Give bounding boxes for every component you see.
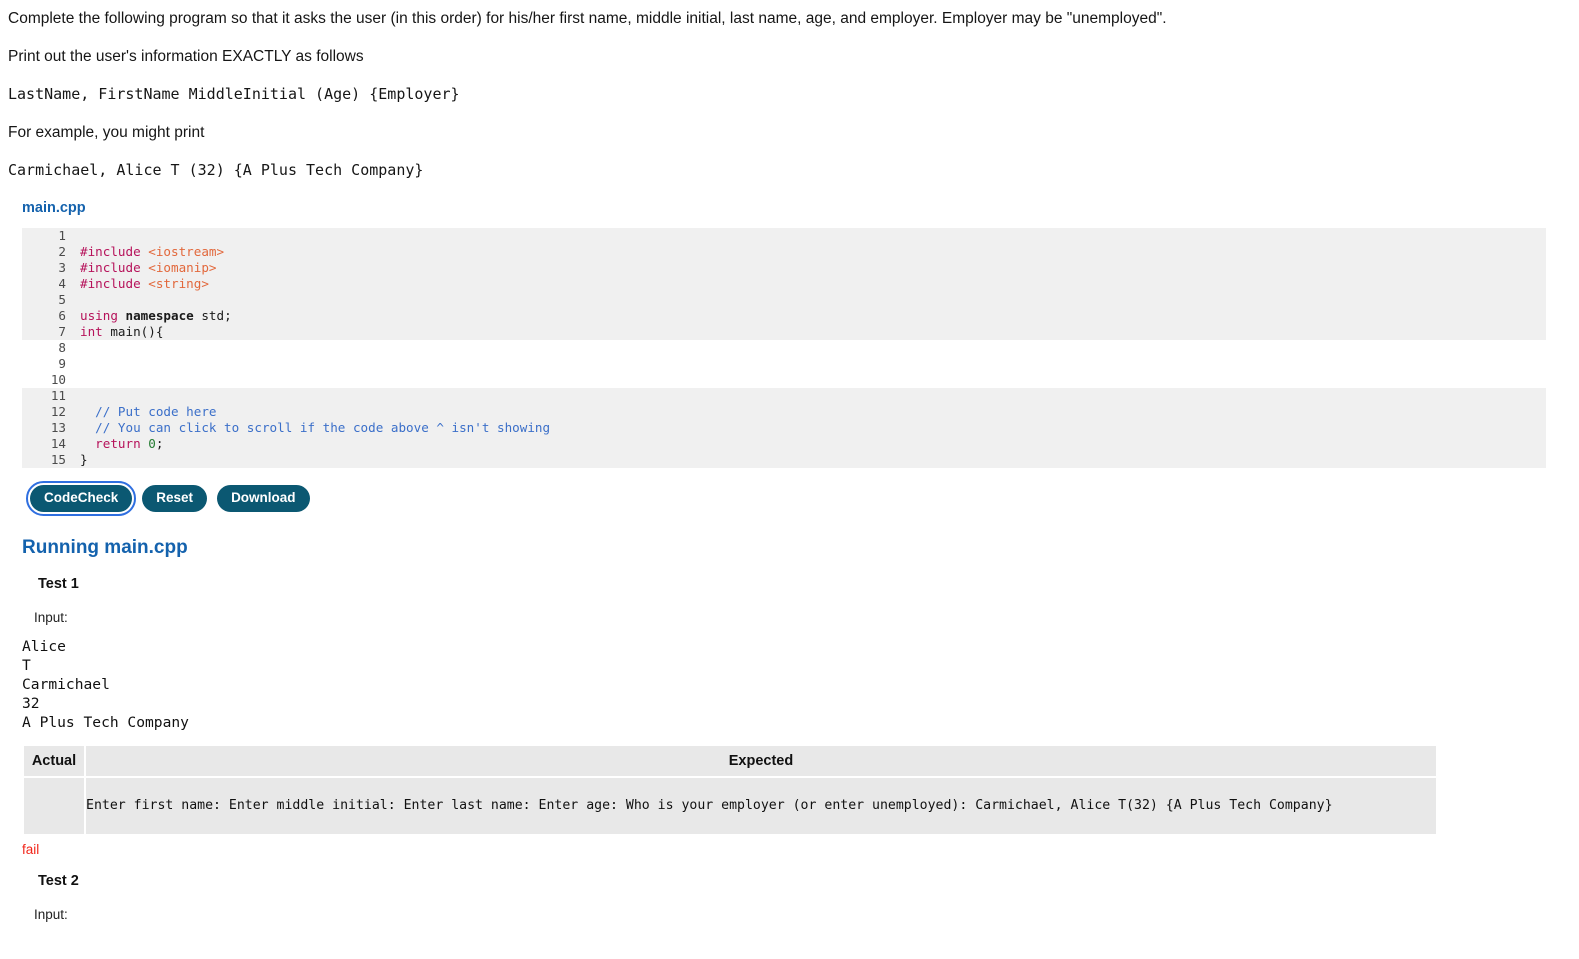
code-line: 14 return 0; [22,436,1546,452]
cell-actual [24,777,84,834]
line-number: 13 [50,420,66,436]
code-readonly-region: 11 12 // Put code here 13 // You can click… [22,388,1546,469]
code-readonly-region: 1 2 #include <iostream> 3 #include <iomanip>… [22,228,1546,341]
problem-statement: Complete the following program so that i… [0,0,1579,189]
test-title: Test 2 [38,872,79,889]
line-number: 5 [58,292,66,308]
code-line: 8 [22,340,1546,356]
code-token: std; [193,308,232,324]
code-line: 13 // You can click to scroll if the cod… [22,420,1546,436]
line-number: 8 [58,340,66,356]
run-title: Running main.cpp [22,536,188,558]
code-line-text: #include <iostream> [80,244,1546,260]
test-verdict: fail [22,841,40,857]
table-header-row: Actual Expected [24,745,1436,776]
code-line: 2 #include <iostream> [22,244,1546,260]
code-line: 6 using namespace std; [22,308,1546,324]
code-token: #include [80,260,149,276]
code-line: 4 #include <string> [22,276,1546,292]
line-number: 2 [58,244,66,260]
line-number: 12 [50,404,66,420]
code-token: int [80,324,103,340]
code-line-text: using namespace std; [80,308,1546,324]
line-number: 4 [58,276,66,292]
code-line-text: // You can click to scroll if the code a… [80,420,1546,436]
input-label: Input: [34,906,68,922]
code-line: 7 int main(){ [22,324,1546,340]
problem-line: Carmichael, Alice T (32) {A Plus Tech Co… [8,160,424,179]
code-line: 5 [22,292,1546,308]
code-token: return [80,436,141,452]
results-section: Running main.cpp Test 1 Input: Alice T Car… [0,537,1579,922]
code-token: <iomanip> [148,260,217,276]
code-token: } [80,452,88,468]
problem-line: For example, you might print [8,123,205,141]
test-block: Test 1 Input: Alice T Carmichael 32 A Plus… [22,576,1579,873]
table-row: Enter first name: Enter middle initial: … [24,777,1436,834]
code-token: #include [80,244,149,260]
problem-line: Complete the following program so that i… [8,10,1167,27]
line-number: 14 [50,436,66,452]
line-number: 15 [50,452,66,468]
code-line: 15} [22,452,1546,468]
code-line: 10 [22,372,1546,388]
editor-filename-label: main.cpp [22,200,86,217]
line-number: 9 [58,356,66,372]
column-header-actual: Actual [24,745,84,776]
code-token: // Put code here [80,404,217,420]
code-token: main(){ [102,324,164,340]
test-input-text: Alice T Carmichael 32 A Plus Tech Compan… [22,637,189,731]
download-button[interactable]: Download [217,485,310,512]
code-line-text: #include <string> [80,276,1546,292]
code-line-text: return 0; [80,436,1546,452]
code-editor-section: main.cpp 1 2 #include <iostream> 3 #include … [0,199,1579,469]
input-label: Input: [34,609,68,625]
code-token: ; [155,436,164,452]
code-line: 12 // Put code here [22,404,1546,420]
line-number: 1 [58,228,66,244]
line-number: 11 [50,388,66,404]
column-header-expected: Expected [86,745,1436,776]
code-line-text: #include <iomanip> [80,260,1546,276]
reset-button[interactable]: Reset [142,485,208,512]
code-line: 9 [22,356,1546,372]
code-editor[interactable]: 1 2 #include <iostream> 3 #include <iomanip>… [22,228,1546,469]
code-token: <iostream> [148,244,225,260]
code-line: 11 [22,388,1546,404]
code-token: // You can click to scroll if the code a… [80,420,551,436]
code-editable-region[interactable]: 8 9 10 [22,340,1546,389]
line-number: 6 [58,308,66,324]
code-line-text: } [80,452,1546,468]
line-number: 3 [58,260,66,276]
line-number: 10 [50,372,66,388]
code-line-text: // Put code here [80,404,1546,420]
test-results-list: Test 1 Input: Alice T Carmichael 32 A Plus… [22,576,1579,922]
code-token: namespace [125,308,194,324]
code-token: #include [80,276,149,292]
problem-line: LastName, FirstName MiddleInitial (Age) … [8,85,460,104]
code-token: 0 [148,436,156,452]
codecheck-button[interactable]: CodeCheck [25,481,137,516]
editor-toolbar: CodeCheck Reset Download [0,481,1579,516]
code-line-text: int main(){ [80,324,1546,340]
page-root: Complete the following program so that i… [0,0,1579,922]
problem-line: Print out the user's information EXACTLY… [8,48,364,66]
comparison-table: Actual Expected Enter first name: Enter mi… [22,744,1438,836]
code-token: <string> [148,276,209,292]
code-line: 3 #include <iomanip> [22,260,1546,276]
code-token: using [80,308,126,324]
test-title: Test 1 [38,575,79,592]
code-line: 1 [22,228,1546,244]
cell-expected: Enter first name: Enter middle initial: … [86,777,1436,834]
line-number: 7 [58,324,66,340]
test-block: Test 2 Input: [22,873,1579,922]
